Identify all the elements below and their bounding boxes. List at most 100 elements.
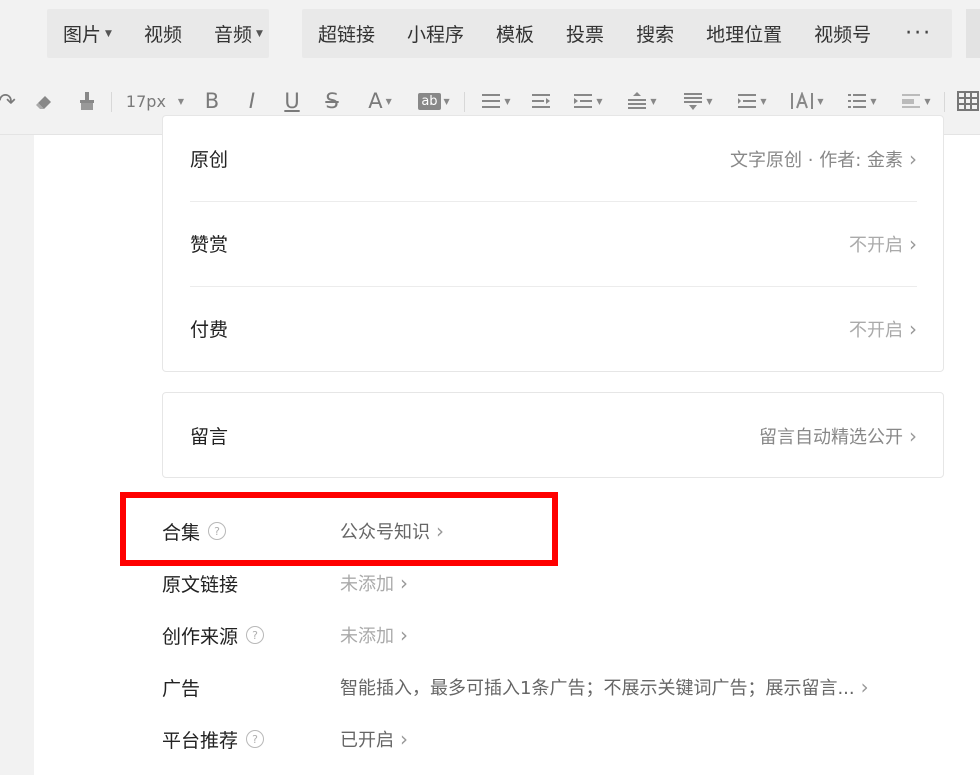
align-button[interactable]: ▼ <box>476 88 516 114</box>
insert-audio-button[interactable]: 音频 ▼ <box>198 20 279 47</box>
setting-label: 原文链接 <box>162 570 340 597</box>
chevron-down-icon: ▼ <box>177 96 185 106</box>
block-style-icon <box>902 94 921 108</box>
font-size-value: 17px <box>125 91 166 111</box>
insert-link-label: 超链接 <box>318 24 376 46</box>
toolbar-separator <box>111 92 112 112</box>
setting-row-creation-source[interactable]: 创作来源? 未添加 › <box>162 615 922 655</box>
table-button[interactable] <box>956 88 980 114</box>
setting-value-text: 未添加 <box>340 626 394 647</box>
eraser-icon[interactable] <box>32 88 58 114</box>
setting-value: 文字原创 · 作者: 金素 › <box>730 146 917 172</box>
setting-label: 创作来源? <box>162 622 340 649</box>
line-spacing-icon <box>684 93 703 110</box>
setting-value: 不开启 › <box>849 316 917 342</box>
highlight-annotation-box <box>120 492 558 566</box>
setting-label: 平台推荐? <box>162 726 340 753</box>
setting-label: 原创 <box>190 149 229 171</box>
font-color-icon: A <box>368 89 383 113</box>
insert-channels-button[interactable]: 视频号 <box>798 20 887 47</box>
text-width-button[interactable]: ▼ <box>786 88 828 114</box>
chevron-right-icon: › <box>909 423 917 448</box>
insert-miniprogram-button[interactable]: 小程序 <box>391 20 480 47</box>
setting-label: 付费 <box>190 319 229 341</box>
text-width-icon <box>791 92 814 109</box>
settings-card-comments: 留言 留言自动精选公开 › <box>162 392 944 478</box>
insert-search-button[interactable]: 搜索 <box>620 20 690 47</box>
insert-vote-label: 投票 <box>566 24 605 46</box>
chevron-down-icon: ▼ <box>255 28 263 39</box>
toolbar-edge <box>966 9 980 58</box>
setting-row-paid[interactable]: 付费 不开启 › <box>190 286 917 371</box>
setting-value: 智能插入，最多可插入1条广告；不展示关键词广告；展示留言... › <box>340 674 869 700</box>
setting-value-text: 文字原创 · 作者: 金素 <box>730 149 903 171</box>
indent-button[interactable] <box>528 88 554 114</box>
insert-template-button[interactable]: 模板 <box>480 20 550 47</box>
chevron-down-icon: ▼ <box>924 96 931 106</box>
insert-search-label: 搜索 <box>636 24 675 46</box>
chevron-right-icon: › <box>860 675 869 699</box>
paragraph-spacing-button[interactable]: ▼ <box>622 88 662 114</box>
strikethrough-icon: S <box>325 89 339 113</box>
redo-icon[interactable]: ↷ <box>0 88 16 114</box>
insert-audio-label: 音频 <box>213 24 252 46</box>
chevron-down-icon: ▼ <box>650 96 657 106</box>
help-icon[interactable]: ? <box>246 626 265 644</box>
setting-row-platform-recommend[interactable]: 平台推荐? 已开启 › <box>162 719 922 759</box>
line-indent-button[interactable]: ▼ <box>568 88 608 114</box>
setting-row-comments[interactable]: 留言 留言自动精选公开 › <box>190 393 917 478</box>
letter-spacing-button[interactable]: ▼ <box>732 88 772 114</box>
setting-label: 赞赏 <box>190 234 229 256</box>
underline-button[interactable]: U <box>280 88 304 114</box>
help-icon[interactable]: ? <box>246 730 265 748</box>
line-spacing-button[interactable]: ▼ <box>678 88 718 114</box>
chevron-down-icon: ▼ <box>443 96 450 106</box>
chevron-right-icon: › <box>909 316 917 341</box>
setting-label-text: 平台推荐 <box>162 729 239 752</box>
setting-value-text: 智能插入，最多可插入1条广告；不展示关键词广告；展示留言... <box>340 678 855 699</box>
font-color-button[interactable]: A ▼ <box>360 88 400 114</box>
insert-location-button[interactable]: 地理位置 <box>690 20 798 47</box>
highlight-color-button[interactable]: ab ▼ <box>414 88 454 114</box>
insert-template-label: 模板 <box>496 24 535 46</box>
insert-location-label: 地理位置 <box>706 24 783 46</box>
line-indent-icon <box>574 94 593 108</box>
insert-vote-button[interactable]: 投票 <box>550 20 620 47</box>
setting-value-text: 留言自动精选公开 <box>759 426 903 448</box>
insert-link-button[interactable]: 超链接 <box>302 20 391 47</box>
italic-button[interactable]: I <box>240 88 264 114</box>
bold-button[interactable]: B <box>200 88 224 114</box>
toolbar-separator <box>464 92 465 112</box>
setting-row-reward[interactable]: 赞赏 不开启 › <box>190 201 917 287</box>
block-style-button[interactable]: ▼ <box>896 88 936 114</box>
toolbar-separator <box>944 92 945 112</box>
more-button[interactable]: ··· <box>887 21 950 46</box>
chevron-right-icon: › <box>400 623 408 647</box>
font-size-select[interactable]: 17px ▼ <box>124 88 186 114</box>
setting-row-original[interactable]: 原创 文字原创 · 作者: 金素 › <box>190 116 917 202</box>
insert-miniprogram-label: 小程序 <box>407 24 465 46</box>
setting-value: 留言自动精选公开 › <box>759 423 917 449</box>
setting-value-text: 未添加 <box>340 574 394 595</box>
setting-label-text: 广告 <box>162 677 201 700</box>
setting-row-source-link[interactable]: 原文链接 未添加 › <box>162 563 922 603</box>
list-button[interactable]: ▼ <box>842 88 882 114</box>
setting-value: 已开启 › <box>340 726 408 752</box>
insert-image-label: 图片 <box>63 24 102 46</box>
insert-image-button[interactable]: 图片 ▼ <box>47 20 128 47</box>
underline-icon: U <box>284 89 300 113</box>
setting-value: 未添加 › <box>340 622 408 648</box>
strikethrough-button[interactable]: S <box>320 88 344 114</box>
setting-label-text: 原文链接 <box>162 573 239 596</box>
insert-video-button[interactable]: 视频 <box>128 20 198 47</box>
chevron-down-icon: ▼ <box>105 28 112 39</box>
format-brush-icon[interactable] <box>74 88 100 114</box>
chevron-right-icon: › <box>909 231 917 256</box>
setting-label: 留言 <box>190 426 229 448</box>
bold-icon: B <box>204 89 220 113</box>
setting-value-text: 已开启 <box>340 730 394 751</box>
setting-value-text: 不开启 <box>849 234 903 256</box>
highlight-icon: ab <box>418 92 441 110</box>
setting-row-ads[interactable]: 广告 智能插入，最多可插入1条广告；不展示关键词广告；展示留言... › <box>162 667 942 707</box>
insert-video-label: 视频 <box>143 24 182 46</box>
